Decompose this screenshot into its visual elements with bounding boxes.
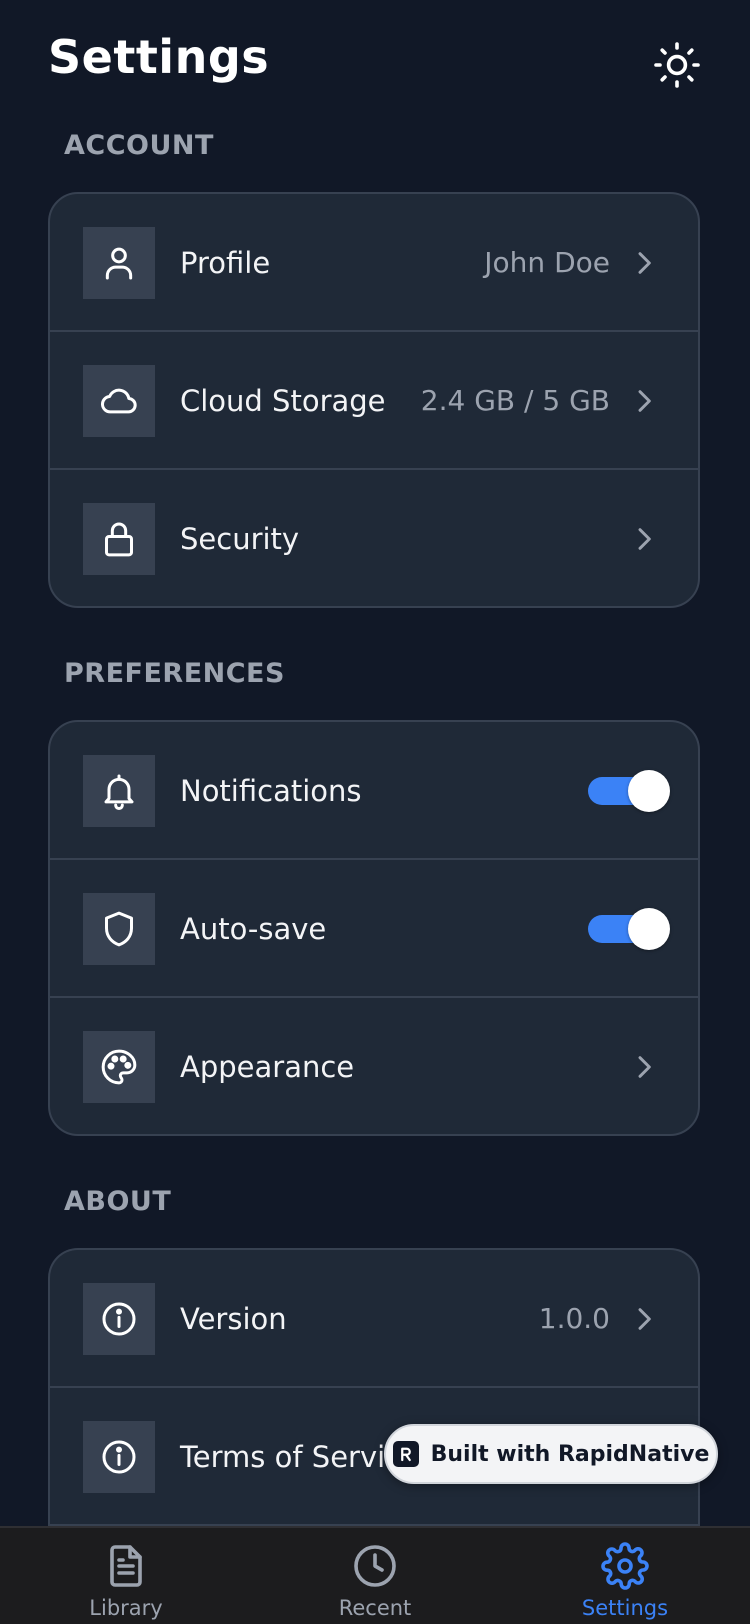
row-label: Profile xyxy=(180,246,271,280)
settings-row-cloud-storage[interactable]: Cloud Storage 2.4 GB / 5 GB xyxy=(50,332,698,470)
tab-library[interactable]: Library xyxy=(26,1528,226,1624)
sun-icon xyxy=(654,42,700,88)
section-label-account: ACCOUNT xyxy=(64,130,214,161)
row-label: Cloud Storage xyxy=(180,384,386,418)
tab-recent[interactable]: Recent xyxy=(275,1528,475,1624)
palette-icon xyxy=(101,1049,137,1085)
built-with-badge[interactable]: Built with RapidNative xyxy=(384,1424,718,1484)
row-label: Notifications xyxy=(180,774,362,808)
tab-label: Settings xyxy=(581,1596,669,1620)
tab-label: Library xyxy=(89,1596,163,1620)
shield-icon xyxy=(105,911,133,947)
auto-save-toggle[interactable] xyxy=(588,908,670,950)
row-label: Appearance xyxy=(180,1050,355,1084)
tab-label: Recent xyxy=(338,1596,412,1620)
chevron-right-icon xyxy=(638,528,651,550)
row-label: Terms of Service xyxy=(180,1440,419,1474)
appearance-icon-box xyxy=(83,1031,155,1103)
notifications-toggle[interactable] xyxy=(588,770,670,812)
gear-icon xyxy=(601,1542,649,1590)
row-value: John Doe xyxy=(484,246,610,279)
profile-icon-box xyxy=(83,227,155,299)
lock-icon xyxy=(105,522,133,557)
terms-icon-box xyxy=(83,1421,155,1493)
document-icon xyxy=(110,1545,142,1587)
security-icon-box xyxy=(83,503,155,575)
row-value: 2.4 GB / 5 GB xyxy=(420,384,610,417)
settings-row-version[interactable]: Version 1.0.0 xyxy=(50,1250,698,1388)
cloud-icon xyxy=(101,388,137,414)
badge-text: Built with RapidNative xyxy=(430,1441,710,1467)
clock-icon xyxy=(354,1545,396,1587)
settings-row-security[interactable]: Security xyxy=(50,470,698,606)
user-icon xyxy=(105,247,133,280)
section-label-about: ABOUT xyxy=(64,1186,172,1217)
row-label: Version xyxy=(180,1302,287,1336)
row-label: Auto-save xyxy=(180,912,327,946)
preferences-card: Notifications Auto-save Appearance xyxy=(48,720,700,1136)
settings-row-notifications: Notifications xyxy=(50,722,698,860)
tab-settings[interactable]: Settings xyxy=(525,1528,725,1624)
section-label-preferences: PREFERENCES xyxy=(64,658,285,689)
settings-row-auto-save: Auto-save xyxy=(50,860,698,998)
account-card: Profile John Doe Cloud Storage 2.4 GB / … xyxy=(48,192,700,608)
row-label: Security xyxy=(180,522,300,556)
auto-save-icon-box xyxy=(83,893,155,965)
toggle-thumb xyxy=(628,908,670,950)
toggle-thumb xyxy=(628,770,670,812)
settings-row-appearance[interactable]: Appearance xyxy=(50,998,698,1134)
row-value: 1.0.0 xyxy=(538,1302,610,1335)
settings-row-profile[interactable]: Profile John Doe xyxy=(50,194,698,332)
rapidnative-logo-icon xyxy=(392,1441,419,1467)
page-title: Settings xyxy=(48,30,270,84)
version-icon-box xyxy=(83,1283,155,1355)
bell-icon xyxy=(104,774,134,810)
theme-toggle-button[interactable] xyxy=(652,40,702,90)
chevron-right-icon xyxy=(638,1056,651,1078)
notifications-icon-box xyxy=(83,755,155,827)
cloud-icon-box xyxy=(83,365,155,437)
chevron-right-icon xyxy=(638,1308,651,1330)
info-icon xyxy=(102,1302,136,1336)
bottom-tab-bar: Library Recent Settings xyxy=(0,1526,750,1624)
chevron-right-icon xyxy=(638,252,651,274)
info-icon xyxy=(102,1440,136,1474)
chevron-right-icon xyxy=(638,390,651,412)
